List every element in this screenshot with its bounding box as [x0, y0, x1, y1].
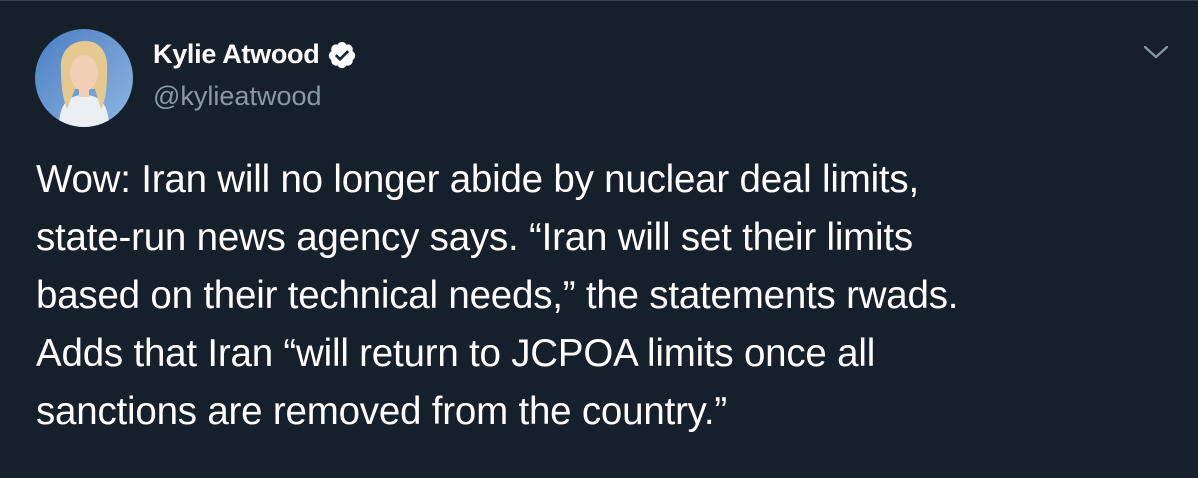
avatar[interactable] — [35, 29, 133, 127]
tweet-card[interactable]: Kylie Atwood @kylieatwood Wow: Iran will… — [0, 0, 1198, 478]
tweet-text: Wow: Iran will no longer abide by nuclea… — [36, 151, 1176, 441]
tweet-text-line: Wow: Iran will no longer abide by nuclea… — [36, 158, 919, 201]
author-name-row[interactable]: Kylie Atwood — [153, 39, 357, 70]
tweet-text-line: Adds that Iran “will return to JCPOA lim… — [36, 332, 876, 375]
author-handle[interactable]: @kylieatwood — [153, 81, 322, 112]
author-display-name[interactable]: Kylie Atwood — [153, 39, 320, 70]
tweet-text-line: state-run news agency says. “Iran will s… — [36, 216, 913, 259]
tweet-text-line: sanctions are removed from the country.” — [36, 390, 727, 433]
avatar-image — [35, 29, 133, 127]
tweet-text-line: based on their technical needs,” the sta… — [36, 274, 959, 317]
chevron-down-icon[interactable] — [1138, 37, 1174, 67]
verified-badge-icon — [329, 41, 356, 68]
